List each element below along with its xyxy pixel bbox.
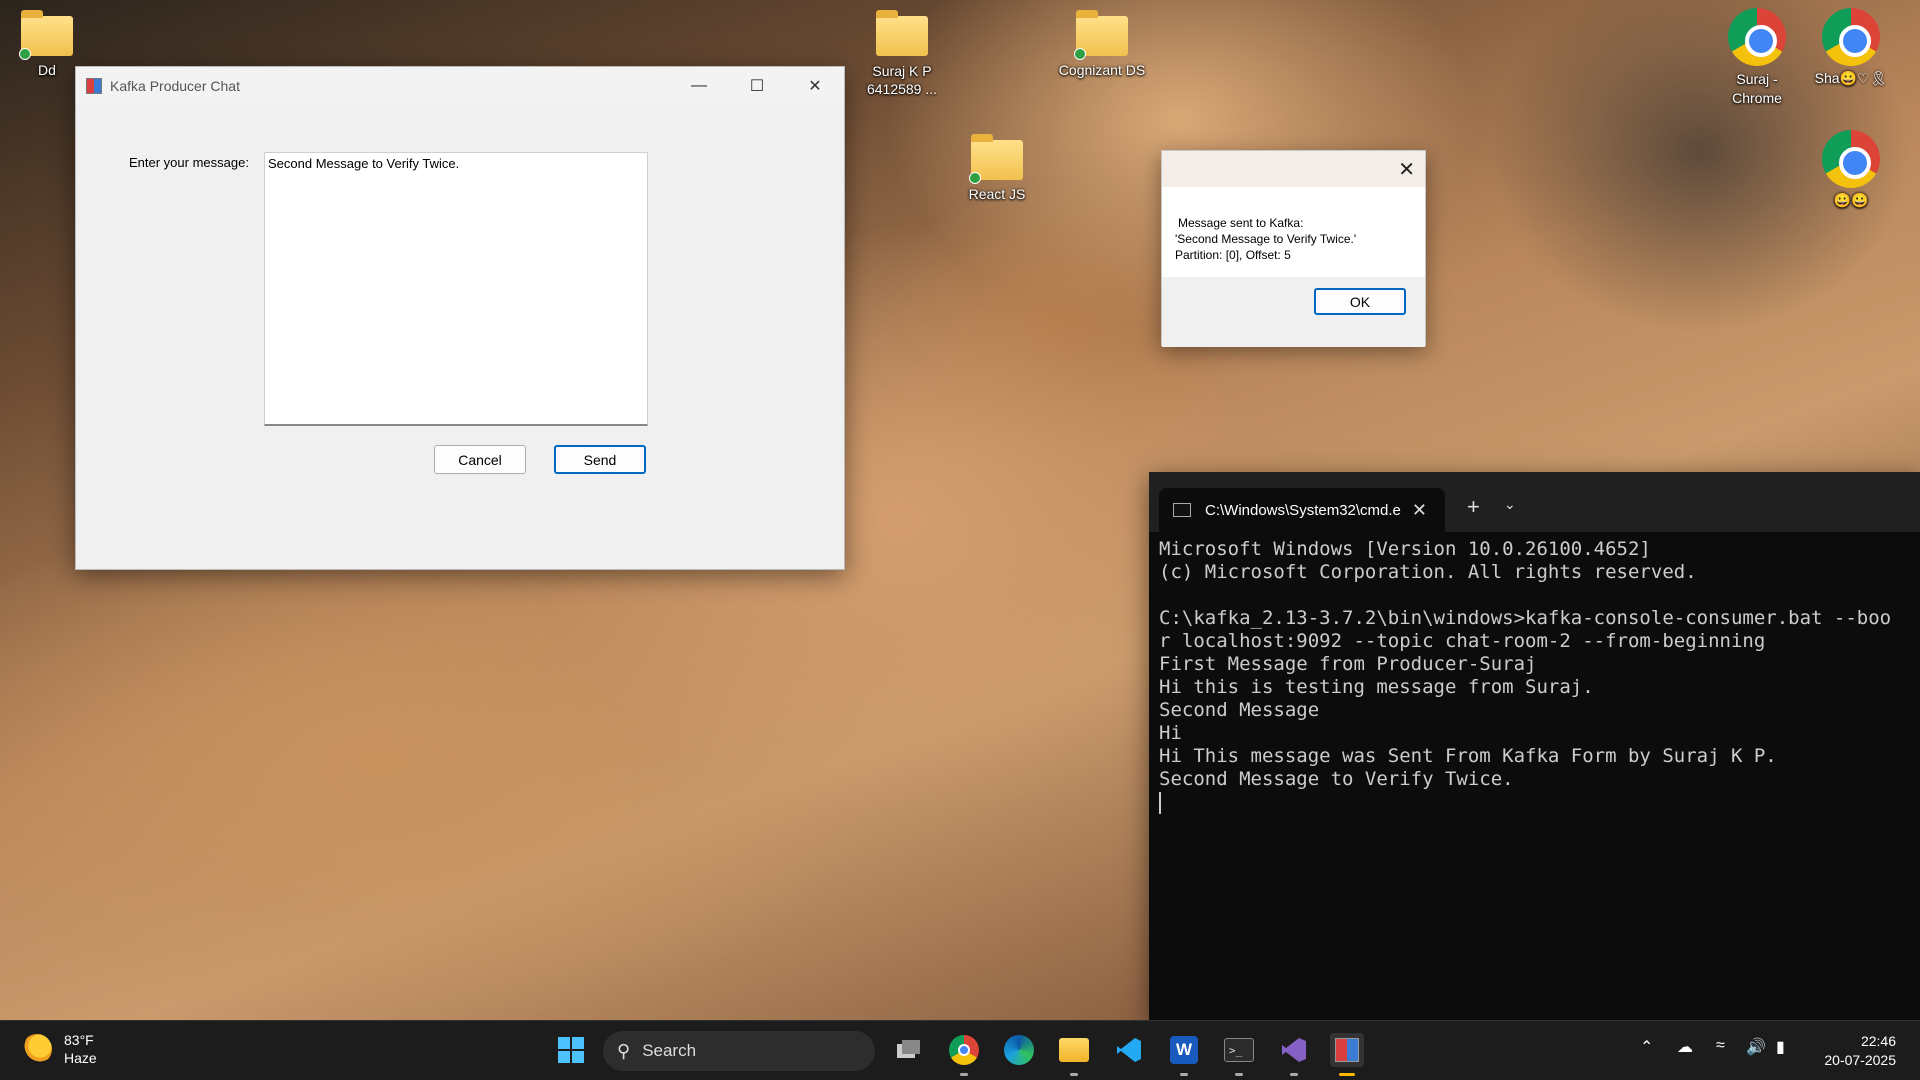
message-label: Enter your message: <box>129 155 249 170</box>
terminal-line: ​ <box>1159 584 1910 607</box>
terminal-line: Hi this is testing message from Suraj. <box>1159 676 1594 698</box>
terminal-tab-bar[interactable]: C:\Windows\System32\cmd.e ✕ + ⌄ <box>1149 472 1920 532</box>
dialog-message: Message sent to Kafka: 'Second Message t… <box>1162 187 1425 277</box>
terminal-line: r localhost:9092 --topic chat-room-2 --f… <box>1159 630 1766 652</box>
battery-icon[interactable]: ▮ <box>1776 1037 1785 1057</box>
chevron-down-icon[interactable]: ⌄ <box>1504 496 1516 513</box>
terminal-line: First Message from Producer-Suraj <box>1159 653 1537 675</box>
desktop-icon-cognizant-ds[interactable]: Cognizant DS <box>1047 10 1157 78</box>
cmd-icon <box>1173 503 1191 517</box>
visual-studio-icon[interactable] <box>1277 1033 1311 1076</box>
terminal-line: (c) Microsoft Corporation. All rights re… <box>1159 561 1697 583</box>
chrome-icon <box>1822 8 1880 66</box>
terminal-line: Hi This message was Sent From Kafka Form… <box>1159 745 1777 767</box>
desktop-icon-chrome-profile[interactable]: 😀😀 <box>1806 130 1896 209</box>
clock-time: 22:46 <box>1860 1033 1896 1049</box>
send-button[interactable]: Send <box>554 445 646 474</box>
desktop-icon-suraj-chrome[interactable]: Suraj - Chrome <box>1712 8 1802 108</box>
desktop-icon-label: 😀😀 <box>1833 192 1869 208</box>
close-icon[interactable]: ✕ <box>786 67 844 105</box>
terminal-line: Hi <box>1159 722 1182 744</box>
terminal-output[interactable]: Microsoft Windows [Version 10.0.26100.46… <box>1149 532 1920 1020</box>
weather-widget[interactable]: 83°F Haze <box>22 1031 97 1067</box>
word-icon[interactable]: W <box>1167 1033 1201 1076</box>
text-cursor <box>1159 791 1161 814</box>
terminal-line: Second Message <box>1159 699 1320 721</box>
title-bar[interactable]: Kafka Producer Chat — ☐ ✕ <box>76 67 844 105</box>
edge-icon[interactable] <box>1002 1033 1036 1067</box>
chevron-up-icon[interactable]: ⌃ <box>1640 1037 1653 1057</box>
search-input[interactable]: ⚲ Search <box>603 1031 875 1071</box>
app-icon <box>86 78 102 94</box>
terminal-window: C:\Windows\System32\cmd.e ✕ + ⌄ Microsof… <box>1149 472 1920 1020</box>
desktop-icon-label: Sha😀♡🎗 <box>1814 70 1888 86</box>
task-view-icon[interactable] <box>892 1033 926 1067</box>
chrome-icon <box>1822 130 1880 188</box>
weather-temp: 83°F <box>64 1032 94 1048</box>
weather-desc: Haze <box>64 1050 97 1066</box>
desktop-icon-suraj-folder[interactable]: Suraj K P 6412589 ... <box>857 10 947 98</box>
vscode-icon[interactable] <box>1112 1033 1146 1067</box>
ok-button[interactable]: OK <box>1314 288 1406 315</box>
clock-date: 20-07-2025 <box>1824 1052 1896 1068</box>
chrome-icon[interactable] <box>947 1033 981 1076</box>
weather-icon <box>22 1034 52 1064</box>
message-sent-dialog: ✕ Message sent to Kafka: 'Second Message… <box>1161 150 1426 347</box>
search-placeholder: Search <box>642 1041 697 1060</box>
minimize-icon[interactable]: — <box>670 67 728 105</box>
folder-icon <box>1074 10 1128 60</box>
folder-icon <box>19 10 73 60</box>
terminal-tab[interactable]: C:\Windows\System32\cmd.e ✕ <box>1159 488 1445 532</box>
kafka-app-icon[interactable] <box>1330 1033 1364 1076</box>
chrome-icon <box>1728 8 1786 66</box>
desktop-icon-label: Suraj - Chrome <box>1732 71 1782 106</box>
desktop-icon-sha-chrome[interactable]: Sha😀♡🎗 <box>1806 8 1896 87</box>
terminal-line: C:\kafka_2.13-3.7.2\bin\windows>kafka-co… <box>1159 607 1892 629</box>
folder-icon <box>876 10 928 56</box>
wifi-icon[interactable]: ≈ <box>1716 1037 1725 1055</box>
volume-icon[interactable]: 🔊 <box>1746 1037 1766 1057</box>
new-tab-icon[interactable]: + <box>1467 494 1480 520</box>
kafka-producer-window: Kafka Producer Chat — ☐ ✕ Enter your mes… <box>75 66 845 570</box>
terminal-tab-title: C:\Windows\System32\cmd.e <box>1205 501 1401 519</box>
close-tab-icon[interactable]: ✕ <box>1412 500 1427 521</box>
onedrive-icon[interactable]: ☁ <box>1677 1037 1693 1057</box>
desktop-icon-label: Cognizant DS <box>1058 62 1146 78</box>
dialog-line-2: 'Second Message to Verify Twice.' <box>1175 232 1357 246</box>
dialog-line-3: Partition: [0], Offset: 5 <box>1175 248 1291 262</box>
folder-icon <box>969 134 1023 184</box>
close-icon[interactable]: ✕ <box>1398 157 1415 182</box>
taskbar: 83°F Haze ⚲ Search W >_ ⌃ ☁ ≈ 🔊 ▮ 22:46 … <box>0 1020 1920 1080</box>
message-input[interactable]: Second Message to Verify Twice. <box>264 152 648 426</box>
dialog-line-1: Message sent to Kafka: <box>1178 216 1304 230</box>
system-clock[interactable]: 22:46 20-07-2025 <box>1824 1032 1896 1070</box>
maximize-icon[interactable]: ☐ <box>728 67 786 105</box>
desktop-icon-label: React JS <box>968 186 1026 202</box>
terminal-icon[interactable]: >_ <box>1222 1033 1256 1076</box>
file-explorer-icon[interactable] <box>1057 1033 1091 1076</box>
desktop-icon-react-js[interactable]: React JS <box>952 134 1042 202</box>
terminal-line: Microsoft Windows [Version 10.0.26100.46… <box>1159 538 1651 560</box>
search-icon: ⚲ <box>617 1040 631 1061</box>
cancel-button[interactable]: Cancel <box>434 445 526 474</box>
terminal-line: Second Message to Verify Twice. <box>1159 768 1514 790</box>
start-icon[interactable] <box>554 1033 588 1067</box>
window-title: Kafka Producer Chat <box>110 78 240 94</box>
desktop-icon-label: Suraj K P 6412589 ... <box>866 63 938 97</box>
